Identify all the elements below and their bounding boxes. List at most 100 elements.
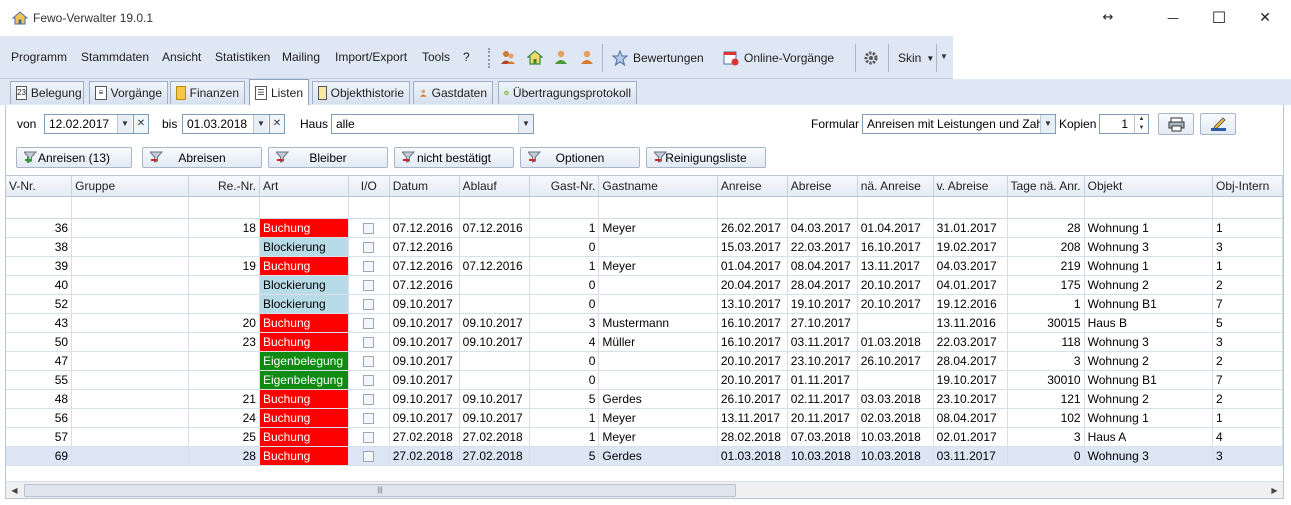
scroll-left-arrow[interactable]: ◀: [6, 482, 23, 499]
table-row[interactable]: 39 19 Buchung 07.12.2016 07.12.2016 1 Meyer 01.…: [6, 256, 1283, 276]
print-button[interactable]: [1158, 113, 1194, 135]
filter-cell-datum[interactable]: [389, 196, 460, 219]
scroll-thumb[interactable]: |||: [24, 484, 736, 497]
io-checkbox[interactable]: [363, 374, 375, 386]
close-button[interactable]: ✕: [1242, 0, 1288, 36]
filter-cell-obj-intern[interactable]: [1212, 196, 1283, 219]
guest-pair-icon[interactable]: [500, 49, 516, 65]
column-header-objekt[interactable]: Objekt: [1084, 176, 1213, 197]
tab-objekthistorie[interactable]: Objekthistorie: [312, 81, 410, 104]
formular-select[interactable]: Anreisen mit Leistungen und Zah...: [862, 114, 1056, 134]
menu-mailing[interactable]: Mailing: [282, 50, 320, 64]
abreisen-button[interactable]: Abreisen: [142, 147, 262, 168]
haus-dropdown-button[interactable]: ▼: [518, 115, 533, 133]
column-header-art[interactable]: Art: [259, 176, 349, 197]
io-checkbox[interactable]: [363, 393, 375, 405]
filter-cell-objekt[interactable]: [1084, 196, 1213, 219]
filter-cell-gast-nr[interactable]: [529, 196, 600, 219]
scroll-right-arrow[interactable]: ▶: [1266, 482, 1283, 499]
menu-help[interactable]: ?: [463, 50, 470, 64]
io-checkbox[interactable]: [363, 412, 375, 424]
filter-cell-v-abreise[interactable]: [933, 196, 1008, 219]
guest-orange-icon[interactable]: [579, 49, 595, 65]
menu-tools[interactable]: Tools: [422, 50, 450, 64]
filter-cell-ablauf[interactable]: [459, 196, 530, 219]
column-header-obj-intern[interactable]: Obj-Intern: [1212, 176, 1283, 197]
edit-form-button[interactable]: [1200, 113, 1236, 135]
io-checkbox[interactable]: [363, 241, 375, 253]
filter-cell-gastname[interactable]: [598, 196, 718, 219]
table-row[interactable]: 36 18 Buchung 07.12.2016 07.12.2016 1 Meyer 26.…: [6, 218, 1283, 238]
table-row[interactable]: 40 Blockierung 07.12.2016 0 20.04.2017 28.04.…: [6, 275, 1283, 295]
auto-filter-row[interactable]: [6, 196, 1283, 219]
tab-vorgaenge[interactable]: ≡ Vorgänge: [89, 81, 168, 104]
filter-cell-io[interactable]: [348, 196, 390, 219]
column-header-v-nr[interactable]: V-Nr.: [6, 176, 73, 197]
skin-button[interactable]: Skin ▼: [894, 44, 938, 72]
haus-select[interactable]: alle: [331, 114, 534, 134]
kopien-spinner[interactable]: ▲ ▼: [1134, 115, 1148, 133]
tab-uebertragungsprotokoll[interactable]: Übertragungsprotokoll: [498, 81, 637, 104]
minimize-button[interactable]: —: [1150, 0, 1196, 36]
von-dropdown-button[interactable]: ▼: [117, 115, 132, 133]
online-vorgaenge-button[interactable]: Online-Vorgänge: [719, 44, 838, 72]
tab-listen[interactable]: ☰ Listen: [249, 79, 309, 105]
table-row[interactable]: 69 28 Buchung 27.02.2018 27.02.2018 5 Gerdes 01…: [6, 446, 1283, 466]
table-row[interactable]: 38 Blockierung 07.12.2016 0 15.03.2017 22.03.…: [6, 237, 1283, 257]
table-row[interactable]: 48 21 Buchung 09.10.2017 09.10.2017 5 Gerdes 26…: [6, 389, 1283, 409]
guest-green-icon[interactable]: [553, 49, 569, 65]
reinigungsliste-button[interactable]: Reinigungsliste: [646, 147, 766, 168]
table-row[interactable]: 57 25 Buchung 27.02.2018 27.02.2018 1 Meyer 28.…: [6, 427, 1283, 447]
filter-cell-anreise[interactable]: [717, 196, 788, 219]
column-header-datum[interactable]: Datum: [389, 176, 460, 197]
anreisen-button[interactable]: Anreisen (13): [16, 147, 132, 168]
optionen-button[interactable]: Optionen: [520, 147, 640, 168]
table-row[interactable]: 56 24 Buchung 09.10.2017 09.10.2017 1 Meyer 13.…: [6, 408, 1283, 428]
io-checkbox[interactable]: [363, 431, 375, 443]
io-checkbox[interactable]: [363, 450, 375, 462]
tab-finanzen[interactable]: Finanzen: [170, 81, 245, 104]
column-header-gruppe[interactable]: Gruppe: [71, 176, 190, 197]
table-row[interactable]: 43 20 Buchung 09.10.2017 09.10.2017 3 Musterma…: [6, 313, 1283, 333]
nicht-bestaetigt-button[interactable]: nicht bestätigt: [394, 147, 514, 168]
table-row[interactable]: 52 Blockierung 09.10.2017 0 13.10.2017 19.10.…: [6, 294, 1283, 314]
io-checkbox[interactable]: [363, 317, 375, 329]
menu-stammdaten[interactable]: Stammdaten: [81, 50, 149, 64]
column-header-abreise[interactable]: Abreise: [787, 176, 858, 197]
filter-cell-art[interactable]: [259, 196, 349, 219]
column-header-tage-nae-anr[interactable]: Tage nä. Anr.: [1007, 176, 1085, 197]
bis-dropdown-button[interactable]: ▼: [253, 115, 268, 133]
formular-dropdown-button[interactable]: ▼: [1040, 115, 1055, 133]
filter-cell-nae-anreise[interactable]: [857, 196, 934, 219]
tab-belegung[interactable]: 23 Belegung: [10, 81, 84, 104]
filter-cell-v-nr[interactable]: [6, 196, 73, 219]
von-clear-button[interactable]: ✕: [133, 114, 149, 134]
menu-programm[interactable]: Programm: [11, 50, 67, 64]
filter-cell-re-nr[interactable]: [188, 196, 260, 219]
home-icon[interactable]: [527, 49, 543, 65]
maximize-button[interactable]: ☐: [1196, 0, 1242, 36]
column-header-io[interactable]: I/O: [348, 176, 390, 197]
io-checkbox[interactable]: [363, 279, 375, 291]
menu-ansicht[interactable]: Ansicht: [162, 50, 201, 64]
io-checkbox[interactable]: [363, 355, 375, 367]
filter-cell-abreise[interactable]: [787, 196, 858, 219]
filter-cell-gruppe[interactable]: [71, 196, 190, 219]
io-checkbox[interactable]: [363, 336, 375, 348]
table-row[interactable]: 50 23 Buchung 09.10.2017 09.10.2017 4 Müller 16…: [6, 332, 1283, 352]
menu-statistiken[interactable]: Statistiken: [215, 50, 270, 64]
bleiber-button[interactable]: Bleiber: [268, 147, 388, 168]
io-checkbox[interactable]: [363, 260, 375, 272]
table-row[interactable]: 55 Eigenbelegung 09.10.2017 0 20.10.2017 01.1…: [6, 370, 1283, 390]
column-header-re-nr[interactable]: Re.-Nr.: [188, 176, 260, 197]
gear-icon[interactable]: [863, 50, 879, 66]
bewertungen-button[interactable]: Bewertungen: [608, 44, 708, 72]
column-header-gastname[interactable]: Gastname: [598, 176, 718, 197]
column-header-nae-anreise[interactable]: nä. Anreise: [857, 176, 934, 197]
toolbar-overflow-icon[interactable]: ▼: [940, 52, 948, 61]
column-header-gast-nr[interactable]: Gast-Nr.: [529, 176, 600, 197]
column-header-ablauf[interactable]: Ablauf: [459, 176, 530, 197]
io-checkbox[interactable]: [363, 222, 375, 234]
tab-gastdaten[interactable]: Gastdaten: [413, 81, 493, 104]
menu-import-export[interactable]: Import/Export: [335, 50, 407, 64]
